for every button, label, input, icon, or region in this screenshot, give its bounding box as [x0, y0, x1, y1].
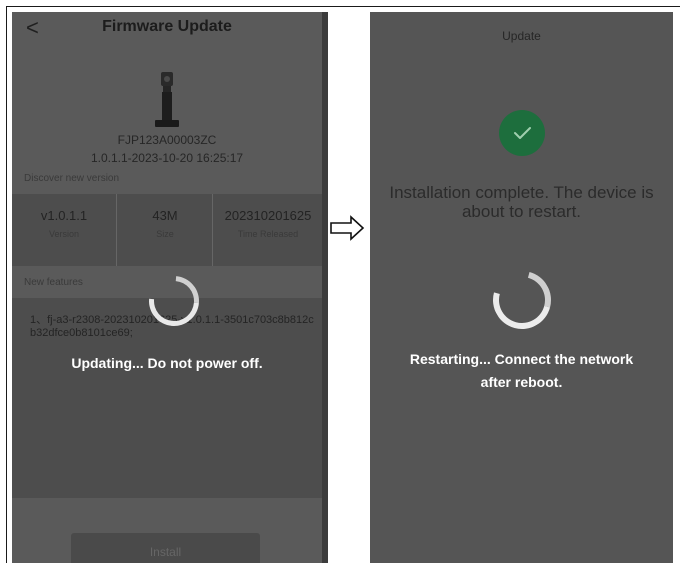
- version-cell: v1.0.1.1 Version: [12, 194, 116, 266]
- page-title: Firmware Update: [102, 18, 232, 35]
- time-label: Time Released: [237, 229, 299, 239]
- current-version: 1.0.1.1-2023-10-20 16:25:17: [90, 151, 244, 165]
- install-button[interactable]: Install: [71, 533, 260, 563]
- version-label: Version: [48, 229, 80, 239]
- time-cell: 202310201625 Time Released: [212, 194, 322, 266]
- restart-line-1: Restarting... Connect the network: [409, 351, 634, 367]
- loading-spinner: [482, 260, 562, 340]
- time-value: 202310201625: [224, 208, 312, 223]
- device-serial: FJP123A00003ZC: [117, 133, 217, 147]
- page-title: Update: [502, 29, 541, 43]
- screen-edge: [322, 12, 328, 563]
- firmware-update-screen: < Firmware Update FJP123A00003ZC 1.0.1.1…: [12, 12, 322, 563]
- version-info-box: v1.0.1.1 Version 43M Size 202310201625 T…: [12, 194, 322, 266]
- restart-message: Restarting... Connect the network after …: [370, 348, 673, 394]
- success-check-icon: [499, 110, 545, 156]
- version-value: v1.0.1.1: [40, 208, 88, 223]
- update-restart-screen: Update Installation complete. The device…: [370, 12, 673, 563]
- install-complete-message: Installation complete. The device is abo…: [389, 183, 654, 221]
- restart-line-2: after reboot.: [480, 374, 563, 390]
- size-value: 43M: [152, 208, 178, 223]
- discover-label: Discover new version: [24, 173, 120, 184]
- new-features-label: New features: [24, 277, 83, 288]
- right-arrow-icon: [330, 215, 365, 241]
- updating-message: Updating... Do not power off.: [71, 355, 263, 371]
- size-cell: 43M Size: [116, 194, 213, 266]
- size-label: Size: [156, 229, 174, 239]
- checkmark-icon: [514, 127, 531, 139]
- header: < Firmware Update: [12, 12, 322, 46]
- camera-device-icon: [155, 72, 179, 127]
